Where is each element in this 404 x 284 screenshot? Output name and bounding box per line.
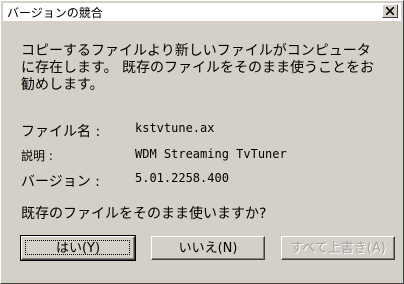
- yes-button[interactable]: はい(Y): [20, 235, 136, 261]
- close-button[interactable]: [382, 4, 398, 18]
- version-row: バージョン : 5.01.2258.400: [21, 171, 229, 191]
- no-button-label: いいえ(N): [178, 240, 238, 256]
- overwrite-all-button: すべて上書き(A): [281, 236, 395, 260]
- focus-rect: [25, 240, 130, 255]
- question-text: 既存のファイルをそのまま使いますか?: [21, 206, 267, 222]
- overwrite-all-button-label: すべて上書き(A): [290, 240, 386, 256]
- file-name-value: kstvtune.ax: [135, 121, 215, 135]
- title-bar[interactable]: バージョンの競合: [3, 3, 401, 21]
- file-name-label: ファイル名 :: [21, 124, 101, 140]
- conflict-message: コピーするファイルより新しいファイルがコンピュータ に存在します。 既存のファイ…: [21, 43, 375, 93]
- description-label: 説明 :: [21, 149, 53, 163]
- dialog-title: バージョンの競合: [7, 5, 103, 20]
- no-button[interactable]: いいえ(N): [151, 236, 265, 260]
- description-value: WDM Streaming TvTuner: [135, 147, 287, 161]
- description-row: 説明 : WDM Streaming TvTuner: [21, 147, 287, 164]
- version-value: 5.01.2258.400: [135, 171, 229, 185]
- file-name-row: ファイル名 : kstvtune.ax: [21, 121, 214, 141]
- version-conflict-dialog: バージョンの競合 コピーするファイルより新しいファイルがコンピュータ に存在しま…: [0, 0, 404, 284]
- version-label: バージョン :: [21, 174, 100, 190]
- close-icon: [386, 7, 394, 15]
